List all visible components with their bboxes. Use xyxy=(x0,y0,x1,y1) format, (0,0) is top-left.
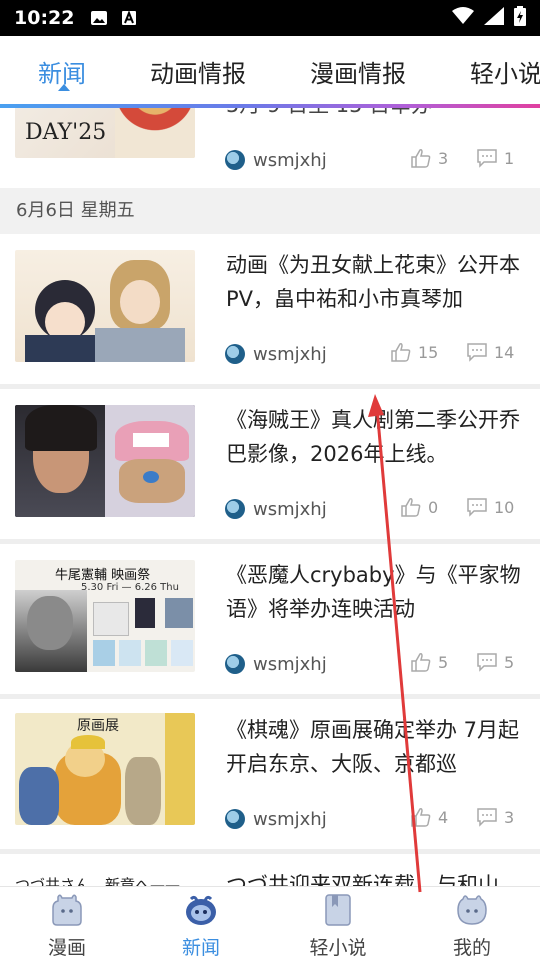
like-count: 4 xyxy=(438,807,449,827)
like-count: 0 xyxy=(428,497,439,517)
like-count: 3 xyxy=(438,148,449,168)
thumbs-up-icon xyxy=(411,653,431,672)
battery-icon xyxy=(514,6,526,30)
author-avatar xyxy=(225,344,245,364)
comment-count: 5 xyxy=(504,652,515,672)
manga-nav-icon xyxy=(52,894,82,926)
like-stat[interactable]: 4 xyxy=(410,807,448,827)
comment-count: 1 xyxy=(504,148,515,168)
list-item[interactable]: 《海贼王》真人剧第二季公开乔巴影像，2026年上线。 wsmjxhj 0 10 xyxy=(0,389,540,539)
news-thumbnail xyxy=(15,405,195,517)
comment-stat[interactable]: 1 xyxy=(476,148,514,168)
news-thumbnail: 牛尾憲輔 映画祭 5.30 Fri — 6.26 Thu xyxy=(15,560,195,672)
author-name: wsmjxhj xyxy=(253,653,327,675)
comment-stat[interactable]: 10 xyxy=(466,497,514,517)
list-item[interactable]: DAY'25 5月 9 日至 15 日举办 wsmjxhj 3 1 xyxy=(0,108,540,188)
thumbs-up-icon xyxy=(411,149,431,168)
list-item[interactable]: 牛尾憲輔 映画祭 5.30 Fri — 6.26 Thu 《恶魔人crybaby… xyxy=(0,544,540,694)
comment-stat[interactable]: 3 xyxy=(476,807,514,827)
tab-manga-news[interactable]: 漫画情报 xyxy=(310,54,406,89)
like-count: 15 xyxy=(418,342,439,362)
wifi-icon xyxy=(452,7,474,29)
comment-count: 14 xyxy=(494,342,515,362)
news-title: 动画《为丑女献上花束》公开本PV，畠中祐和小市真琴加 xyxy=(226,253,520,311)
author-avatar xyxy=(225,499,245,519)
news-nav-icon xyxy=(186,895,216,925)
news-title: 《棋魂》原画展确定举办 7月起开启东京、大阪、京都巡 xyxy=(226,718,520,776)
thumbnail-caption: 原画展 xyxy=(77,718,119,734)
status-time: 10:22 xyxy=(14,7,75,29)
thumbnail-caption: 牛尾憲輔 映画祭 xyxy=(55,568,151,583)
nav-light-novel[interactable]: 轻小说 xyxy=(298,893,378,960)
list-item[interactable]: つづ井さん、新章へ—— つづ井迎来双新连载，与和山 xyxy=(0,854,540,886)
author-avatar xyxy=(225,809,245,829)
list-item[interactable]: 原画展 《棋魂》原画展确定举办 7月起开启东京、大阪、京都巡 wsmjxhj 4… xyxy=(0,699,540,849)
like-stat[interactable]: 5 xyxy=(410,652,448,672)
thumbs-up-icon xyxy=(411,808,431,827)
nav-label: 轻小说 xyxy=(309,937,367,959)
like-stat[interactable]: 3 xyxy=(410,148,448,168)
nav-label: 漫画 xyxy=(47,937,86,959)
category-tabs: 新闻 动画情报 漫画情报 轻小说 xyxy=(0,36,540,108)
tab-anime-news[interactable]: 动画情报 xyxy=(150,54,246,89)
news-title: 《恶魔人crybaby》与《平家物语》将举办连映活动 xyxy=(226,563,521,621)
author-name: wsmjxhj xyxy=(253,343,327,365)
comment-icon xyxy=(477,149,497,168)
comment-count: 3 xyxy=(504,807,515,827)
status-bar: 10:22 xyxy=(0,0,540,36)
news-thumbnail xyxy=(15,250,195,362)
author-name: wsmjxhj xyxy=(253,149,327,171)
tab-light-novel[interactable]: 轻小说 xyxy=(470,54,540,89)
thumbnail-subcaption: 5.30 Fri — 6.26 Thu xyxy=(81,582,179,593)
comment-icon xyxy=(477,808,497,827)
comment-icon xyxy=(467,498,487,517)
profile-nav-icon xyxy=(457,895,487,925)
news-title: 5月 9 日至 15 日举办 xyxy=(226,108,526,122)
book-nav-icon xyxy=(325,894,351,926)
font-notification-icon xyxy=(120,10,138,26)
news-thumbnail: DAY'25 xyxy=(15,108,195,158)
thumbs-up-icon xyxy=(401,498,421,517)
like-stat[interactable]: 15 xyxy=(390,342,438,362)
author-avatar xyxy=(225,654,245,674)
thumbs-up-icon xyxy=(391,343,411,362)
like-stat[interactable]: 0 xyxy=(400,497,438,517)
tab-active-indicator xyxy=(58,84,70,91)
nav-profile[interactable]: 我的 xyxy=(432,893,512,960)
comment-icon xyxy=(467,343,487,362)
author-avatar xyxy=(225,150,245,170)
nav-news[interactable]: 新闻 xyxy=(161,893,241,960)
nav-manga[interactable]: 漫画 xyxy=(27,893,107,960)
date-header: 6月6日 星期五 xyxy=(0,188,540,234)
bottom-navigation: 漫画 新闻 轻小说 我的 xyxy=(0,886,540,960)
thumbnail-caption: DAY'25 xyxy=(25,120,107,145)
signal-icon xyxy=(484,7,504,29)
comment-stat[interactable]: 14 xyxy=(466,342,514,362)
comment-stat[interactable]: 5 xyxy=(476,652,514,672)
author-name: wsmjxhj xyxy=(253,808,327,830)
nav-label: 我的 xyxy=(452,937,491,959)
list-item[interactable]: 动画《为丑女献上花束》公开本PV，畠中祐和小市真琴加 wsmjxhj 15 14 xyxy=(0,234,540,384)
news-thumbnail: 原画展 xyxy=(15,713,195,825)
nav-label: 新闻 xyxy=(181,937,220,959)
comment-count: 10 xyxy=(494,497,515,517)
news-title: つづ井迎来双新连载，与和山 xyxy=(226,873,499,886)
news-feed[interactable]: DAY'25 5月 9 日至 15 日举办 wsmjxhj 3 1 6月6日 星… xyxy=(0,108,540,886)
like-count: 5 xyxy=(438,652,449,672)
author-name: wsmjxhj xyxy=(253,498,327,520)
comment-icon xyxy=(477,653,497,672)
news-title: 《海贼王》真人剧第二季公开乔巴影像，2026年上线。 xyxy=(226,408,520,466)
image-notification-icon xyxy=(90,10,108,26)
thumbnail-caption: つづ井さん、新章へ—— xyxy=(15,876,181,886)
